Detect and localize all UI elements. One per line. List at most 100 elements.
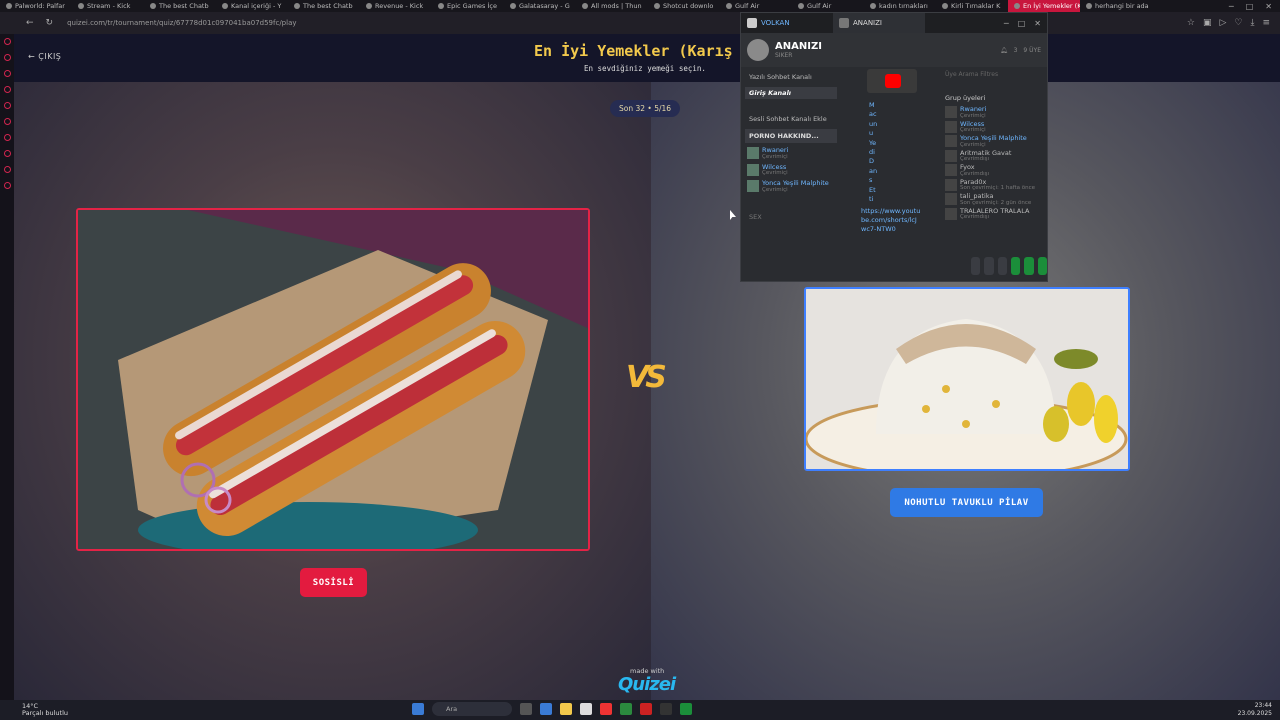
avatar: [945, 135, 957, 148]
sidebar-app-icon[interactable]: [3, 70, 11, 77]
clock-time: 23:44: [1254, 702, 1272, 709]
browser-tab[interactable]: The best Chatb: [288, 0, 360, 12]
system-tray-clock[interactable]: 23:44 23.09.2025: [1238, 702, 1272, 717]
send-icon[interactable]: [971, 257, 981, 275]
browser-sidebar: [0, 34, 14, 700]
sidebar-app-icon[interactable]: [3, 134, 11, 141]
browser-tab[interactable]: Stream - Kick: [72, 0, 144, 12]
exit-button[interactable]: ← ÇIKIŞ: [28, 52, 61, 61]
quizei-logo[interactable]: Quizei: [618, 674, 676, 695]
download-icon[interactable]: ⤓: [1250, 18, 1254, 28]
overlay-tab-active[interactable]: ANANIZI: [833, 13, 925, 33]
minimize-icon[interactable]: ─: [1229, 2, 1234, 11]
sidebar-app-icon[interactable]: [3, 166, 11, 173]
taskbar-search[interactable]: Ara: [432, 702, 512, 716]
voice-channel[interactable]: PORNO HAKKIND...: [745, 129, 837, 143]
star-icon[interactable]: ☆: [1187, 18, 1195, 28]
app-icon[interactable]: [640, 703, 652, 715]
chat-panel: M ac un u Ye di D an s Et ti https://www…: [841, 67, 941, 277]
browser-tab[interactable]: kadın tırnakları: [864, 0, 936, 12]
group-member[interactable]: TRALALERO TRALALA Çevrimdışı: [945, 207, 1043, 220]
browser-tab[interactable]: Shotcut downlo: [648, 0, 720, 12]
weather-widget[interactable]: 14°C Parçalı bulutlu: [0, 703, 68, 717]
youtube-embed[interactable]: [867, 69, 917, 93]
group-member[interactable]: Parad0x Son çevrimiçi: 1 hafta önce: [945, 178, 1043, 191]
right-option-image[interactable]: [804, 287, 1130, 471]
attach-icon[interactable]: [997, 257, 1007, 275]
sidebar-app-icon[interactable]: [3, 182, 11, 189]
browser-tab[interactable]: Gulf Air: [792, 0, 864, 12]
channel-item-giris[interactable]: Giriş Kanalı: [745, 87, 837, 99]
bell-icon[interactable]: 🔔︎: [1000, 47, 1008, 54]
sidebar-app-icon[interactable]: [3, 102, 11, 109]
close-icon[interactable]: ✕: [1034, 19, 1041, 28]
store-icon[interactable]: [580, 703, 592, 715]
left-option-image[interactable]: [76, 208, 590, 551]
browser-tab[interactable]: The best Chatb: [144, 0, 216, 12]
browser-tab[interactable]: Gulf Air: [720, 0, 792, 12]
sidebar-app-icon[interactable]: [3, 38, 11, 45]
heart-icon[interactable]: ♡: [1234, 18, 1242, 28]
browser-tab[interactable]: Revenue - Kick: [360, 0, 432, 12]
task-view-icon[interactable]: [520, 703, 532, 715]
add-voice-channel[interactable]: Sesli Sohbet Kanalı Ekle: [745, 113, 837, 125]
channel-list: Yazılı Sohbet Kanalı Giriş Kanalı Sesli …: [741, 67, 841, 277]
headphones-icon[interactable]: [1037, 257, 1047, 275]
member-status: Çevrimdışı: [960, 170, 990, 177]
chat-link[interactable]: https://www.youtube.com/shorts/lcJwc7-NT…: [861, 207, 921, 234]
menu-icon[interactable]: ≡: [1262, 18, 1270, 28]
sidebar-app-icon[interactable]: [3, 54, 11, 61]
edge-icon[interactable]: [540, 703, 552, 715]
voice-member[interactable]: Yonca Yeşili Malphite Çevrimiçi: [745, 180, 837, 193]
group-member[interactable]: Wilcess Çevrimiçi: [945, 120, 1043, 133]
browser-tab[interactable]: Kirli Tırnaklar K: [936, 0, 1008, 12]
minimize-icon[interactable]: ─: [1004, 19, 1009, 28]
play-icon[interactable]: ▷: [1219, 18, 1226, 28]
group-member[interactable]: tali_patika Son çevrimiçi: 2 gün önce: [945, 193, 1043, 206]
channel-item-sex[interactable]: SEX: [745, 211, 837, 223]
browser-tab[interactable]: Kanal içeriği - Y: [216, 0, 288, 12]
browser-tab[interactable]: Galatasaray - G: [504, 0, 576, 12]
tab-label: herhangi bir ada: [1095, 2, 1149, 10]
tab-label: Gulf Air: [807, 2, 832, 10]
group-member[interactable]: Yonca Yeşili Malphite Çevrimiçi: [945, 135, 1043, 148]
browser-tab-active[interactable]: En İyi Yemekler (Karışık): [1008, 0, 1080, 12]
leave-voice-icon[interactable]: [1010, 257, 1021, 275]
emoji-icon[interactable]: [984, 257, 994, 275]
select-right-button[interactable]: NOHUTLU TAVUKLU PİLAV: [890, 488, 1043, 517]
windows-start-icon[interactable]: [412, 703, 424, 715]
chrome-icon[interactable]: [620, 703, 632, 715]
member-name: Yonca Yeşili Malphite: [762, 179, 829, 187]
select-left-button[interactable]: SOSİSLİ: [300, 568, 367, 597]
back-icon[interactable]: ←: [26, 18, 34, 28]
group-member[interactable]: Fyox Çevrimdışı: [945, 164, 1043, 177]
group-member[interactable]: Aritmatik Gavat Çevrimdışı: [945, 149, 1043, 162]
opera-icon[interactable]: [600, 703, 612, 715]
xbox-icon[interactable]: [680, 703, 692, 715]
maximize-icon[interactable]: □: [1018, 19, 1026, 28]
reload-icon[interactable]: ↻: [46, 18, 54, 28]
group-member[interactable]: Rwaneri Çevrimiçi: [945, 106, 1043, 119]
microphone-icon[interactable]: [1024, 257, 1034, 275]
url-field[interactable]: quizei.com/tr/tournament/quiz/67778d01c0…: [67, 19, 767, 27]
overlay-tab[interactable]: VOLKAN: [741, 13, 833, 33]
browser-tab[interactable]: herhangi bir ada: [1080, 0, 1152, 12]
sidebar-app-icon[interactable]: [3, 86, 11, 93]
member-search-input[interactable]: Üye Arama Filtres: [945, 71, 1043, 78]
browser-tab[interactable]: Epic Games İçe: [432, 0, 504, 12]
voice-member[interactable]: Rwaneri Çevrimiçi: [745, 147, 837, 160]
file-explorer-icon[interactable]: [560, 703, 572, 715]
browser-tab[interactable]: Palworld: Palfar: [0, 0, 72, 12]
steam-icon[interactable]: [660, 703, 672, 715]
server-icon: [839, 18, 849, 28]
maximize-icon[interactable]: □: [1246, 2, 1254, 11]
avatar: [945, 193, 957, 206]
tab-label: Kanal içeriği - Y: [231, 2, 282, 10]
extensions-icon[interactable]: ▣: [1203, 18, 1212, 28]
sidebar-app-icon[interactable]: [3, 118, 11, 125]
tab-label: kadın tırnakları: [879, 2, 928, 10]
browser-tab[interactable]: All mods | Thun: [576, 0, 648, 12]
close-icon[interactable]: ✕: [1265, 2, 1272, 11]
sidebar-app-icon[interactable]: [3, 150, 11, 157]
voice-member[interactable]: Wilcess Çevrimiçi: [745, 163, 837, 176]
